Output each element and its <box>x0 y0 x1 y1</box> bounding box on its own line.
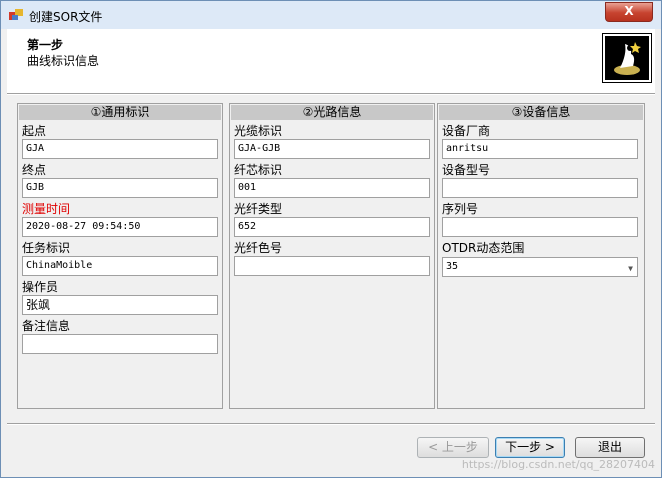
measure-time-label: 测量时间 <box>22 202 71 216</box>
window-title: 创建SOR文件 <box>29 10 103 24</box>
task-field[interactable]: ChinaMoible <box>22 256 218 276</box>
wizard-header: 第一步 曲线标识信息 <box>7 29 655 94</box>
range-value: 35 <box>446 261 459 272</box>
watermark: https://blog.csdn.net/qq_28207404 <box>461 458 655 471</box>
separator <box>7 93 655 95</box>
exit-button[interactable]: 退出 <box>575 437 645 458</box>
separator <box>7 423 655 425</box>
start-field[interactable]: GJA <box>22 139 218 159</box>
chevron-down-icon[interactable]: ▼ <box>628 260 633 276</box>
serial-label: 序列号 <box>442 202 479 216</box>
operator-label: 操作员 <box>22 280 59 294</box>
close-icon: X <box>624 4 634 18</box>
cable-label: 光缆标识 <box>234 124 283 138</box>
panel-general: ①通用标识 起点 GJA 终点 GJB 测量时间 2020-08-27 09:5… <box>17 103 223 409</box>
range-label: OTDR动态范围 <box>442 241 525 255</box>
remark-label: 备注信息 <box>22 319 71 333</box>
start-label: 起点 <box>22 124 47 138</box>
panel-fiber-title: ②光路信息 <box>231 105 433 120</box>
panel-fiber: ②光路信息 光缆标识 GJA-GJB 纤芯标识 001 光纤类型 652 光纤色… <box>229 103 435 409</box>
step-subtitle: 曲线标识信息 <box>27 54 100 68</box>
app-icon <box>9 9 23 20</box>
core-field[interactable]: 001 <box>234 178 430 198</box>
prev-button[interactable]: < 上一步 <box>417 437 489 458</box>
fiber-color-label: 光纤色号 <box>234 241 283 255</box>
end-field[interactable]: GJB <box>22 178 218 198</box>
task-label: 任务标识 <box>22 241 71 255</box>
next-button[interactable]: 下一步 > <box>495 437 565 458</box>
model-label: 设备型号 <box>442 163 491 177</box>
remark-field[interactable] <box>22 334 218 354</box>
close-button[interactable]: X <box>605 2 653 22</box>
panel-device-title: ③设备信息 <box>439 105 643 120</box>
operator-field[interactable]: 张飒 <box>22 295 218 315</box>
wizard-logo-icon <box>602 33 652 83</box>
range-combobox[interactable]: 35 ▼ <box>442 257 638 277</box>
core-label: 纤芯标识 <box>234 163 283 177</box>
fiber-type-label: 光纤类型 <box>234 202 283 216</box>
fiber-color-field[interactable] <box>234 256 430 276</box>
vendor-label: 设备厂商 <box>442 124 491 138</box>
panel-general-title: ①通用标识 <box>19 105 221 120</box>
fiber-type-field[interactable]: 652 <box>234 217 430 237</box>
wizard-window: 创建SOR文件 X 第一步 曲线标识信息 ①通用标识 起点 GJA 终点 GJB… <box>0 0 662 478</box>
cable-field[interactable]: GJA-GJB <box>234 139 430 159</box>
title-bar[interactable]: 创建SOR文件 X <box>1 1 661 29</box>
measure-time-field[interactable]: 2020-08-27 09:54:50 <box>22 217 218 237</box>
step-title: 第一步 <box>27 38 64 52</box>
model-field[interactable] <box>442 178 638 198</box>
serial-field[interactable] <box>442 217 638 237</box>
panel-device: ③设备信息 设备厂商 anritsu 设备型号 序列号 OTDR动态范围 35 … <box>437 103 645 409</box>
vendor-field[interactable]: anritsu <box>442 139 638 159</box>
end-label: 终点 <box>22 163 47 177</box>
